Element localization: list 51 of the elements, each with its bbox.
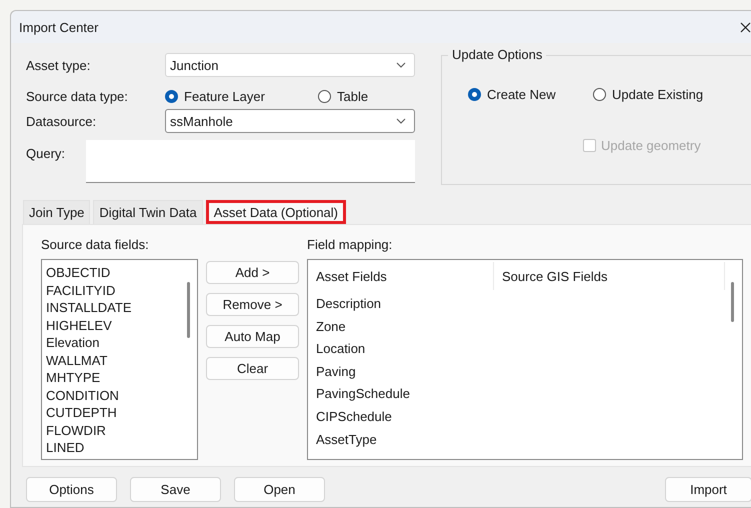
table-cell-text: Zone (316, 318, 346, 336)
table-cell-text: Location (316, 340, 366, 358)
table-cell-text: CIPSchedule (316, 408, 392, 426)
mapping-button[interactable]: Auto Map (206, 325, 299, 348)
list-item[interactable]: CUTDEPTH (46, 404, 117, 422)
footer-button[interactable]: Options (26, 477, 117, 502)
mapping-button[interactable]: Add > (206, 261, 299, 284)
radio-option[interactable]: Table (318, 88, 368, 104)
tab[interactable]: Join Type (23, 200, 90, 224)
list-item[interactable]: INSTALLDATE (46, 299, 132, 316)
radio-option[interactable]: Create New (468, 87, 593, 102)
list-item[interactable]: Elevation (46, 334, 100, 352)
asset-type-dropdown[interactable]: Junction (165, 53, 415, 77)
window-title: Import Center (19, 20, 98, 34)
field-label: Asset type: (26, 58, 92, 72)
list-item[interactable]: WALLMAT (46, 352, 108, 369)
table-cell-text: PavingSchedule (316, 385, 410, 404)
tab[interactable]: Asset Data (Optional) (206, 200, 346, 224)
field-label: Query: (26, 145, 66, 161)
table-cell-text: AssetType (316, 430, 377, 449)
list-item[interactable]: FLOWDIR (46, 422, 106, 439)
chevron-icon (396, 118, 406, 124)
scrollbar-thumb[interactable] (187, 282, 190, 338)
section-label: Source data fields: (41, 237, 150, 254)
footer-button[interactable]: Open (234, 477, 325, 502)
radio-option[interactable]: Update Existing (593, 87, 704, 102)
mapping-button[interactable]: Remove > (206, 293, 299, 316)
footer-button[interactable]: Save (130, 477, 221, 502)
column-header[interactable]: Asset Fields (316, 262, 494, 290)
query-field[interactable] (86, 140, 415, 183)
column-header[interactable]: Source GIS Fields (494, 262, 725, 290)
table-cell-text: Description (316, 295, 382, 313)
list-item[interactable]: OBJECTID (46, 264, 110, 282)
radio-option[interactable]: Feature Layer (165, 88, 318, 104)
group-title: Update Options (448, 47, 546, 62)
import-button[interactable]: Import (665, 477, 751, 502)
field-label: Datasource: (26, 114, 98, 128)
field-label: Source data type: (26, 88, 129, 104)
scrollbar-thumb[interactable] (731, 282, 734, 322)
list-item[interactable]: MHTYPE (46, 369, 100, 386)
table-cell-text: Paving (316, 362, 356, 381)
list-item[interactable]: HIGHELEV (46, 316, 112, 334)
list-item[interactable]: FACILITYID (46, 282, 116, 299)
chevron-icon (396, 62, 406, 68)
list-item[interactable]: LINED (46, 439, 84, 456)
datasource-dropdown[interactable]: ssManhole (165, 109, 415, 133)
section-label: Field mapping: (307, 237, 394, 254)
mapping-button[interactable]: Clear (206, 357, 299, 380)
list-item[interactable]: CONDITION (46, 386, 119, 404)
close-icon[interactable] (740, 22, 751, 32)
tab[interactable]: Digital Twin Data (93, 200, 203, 224)
